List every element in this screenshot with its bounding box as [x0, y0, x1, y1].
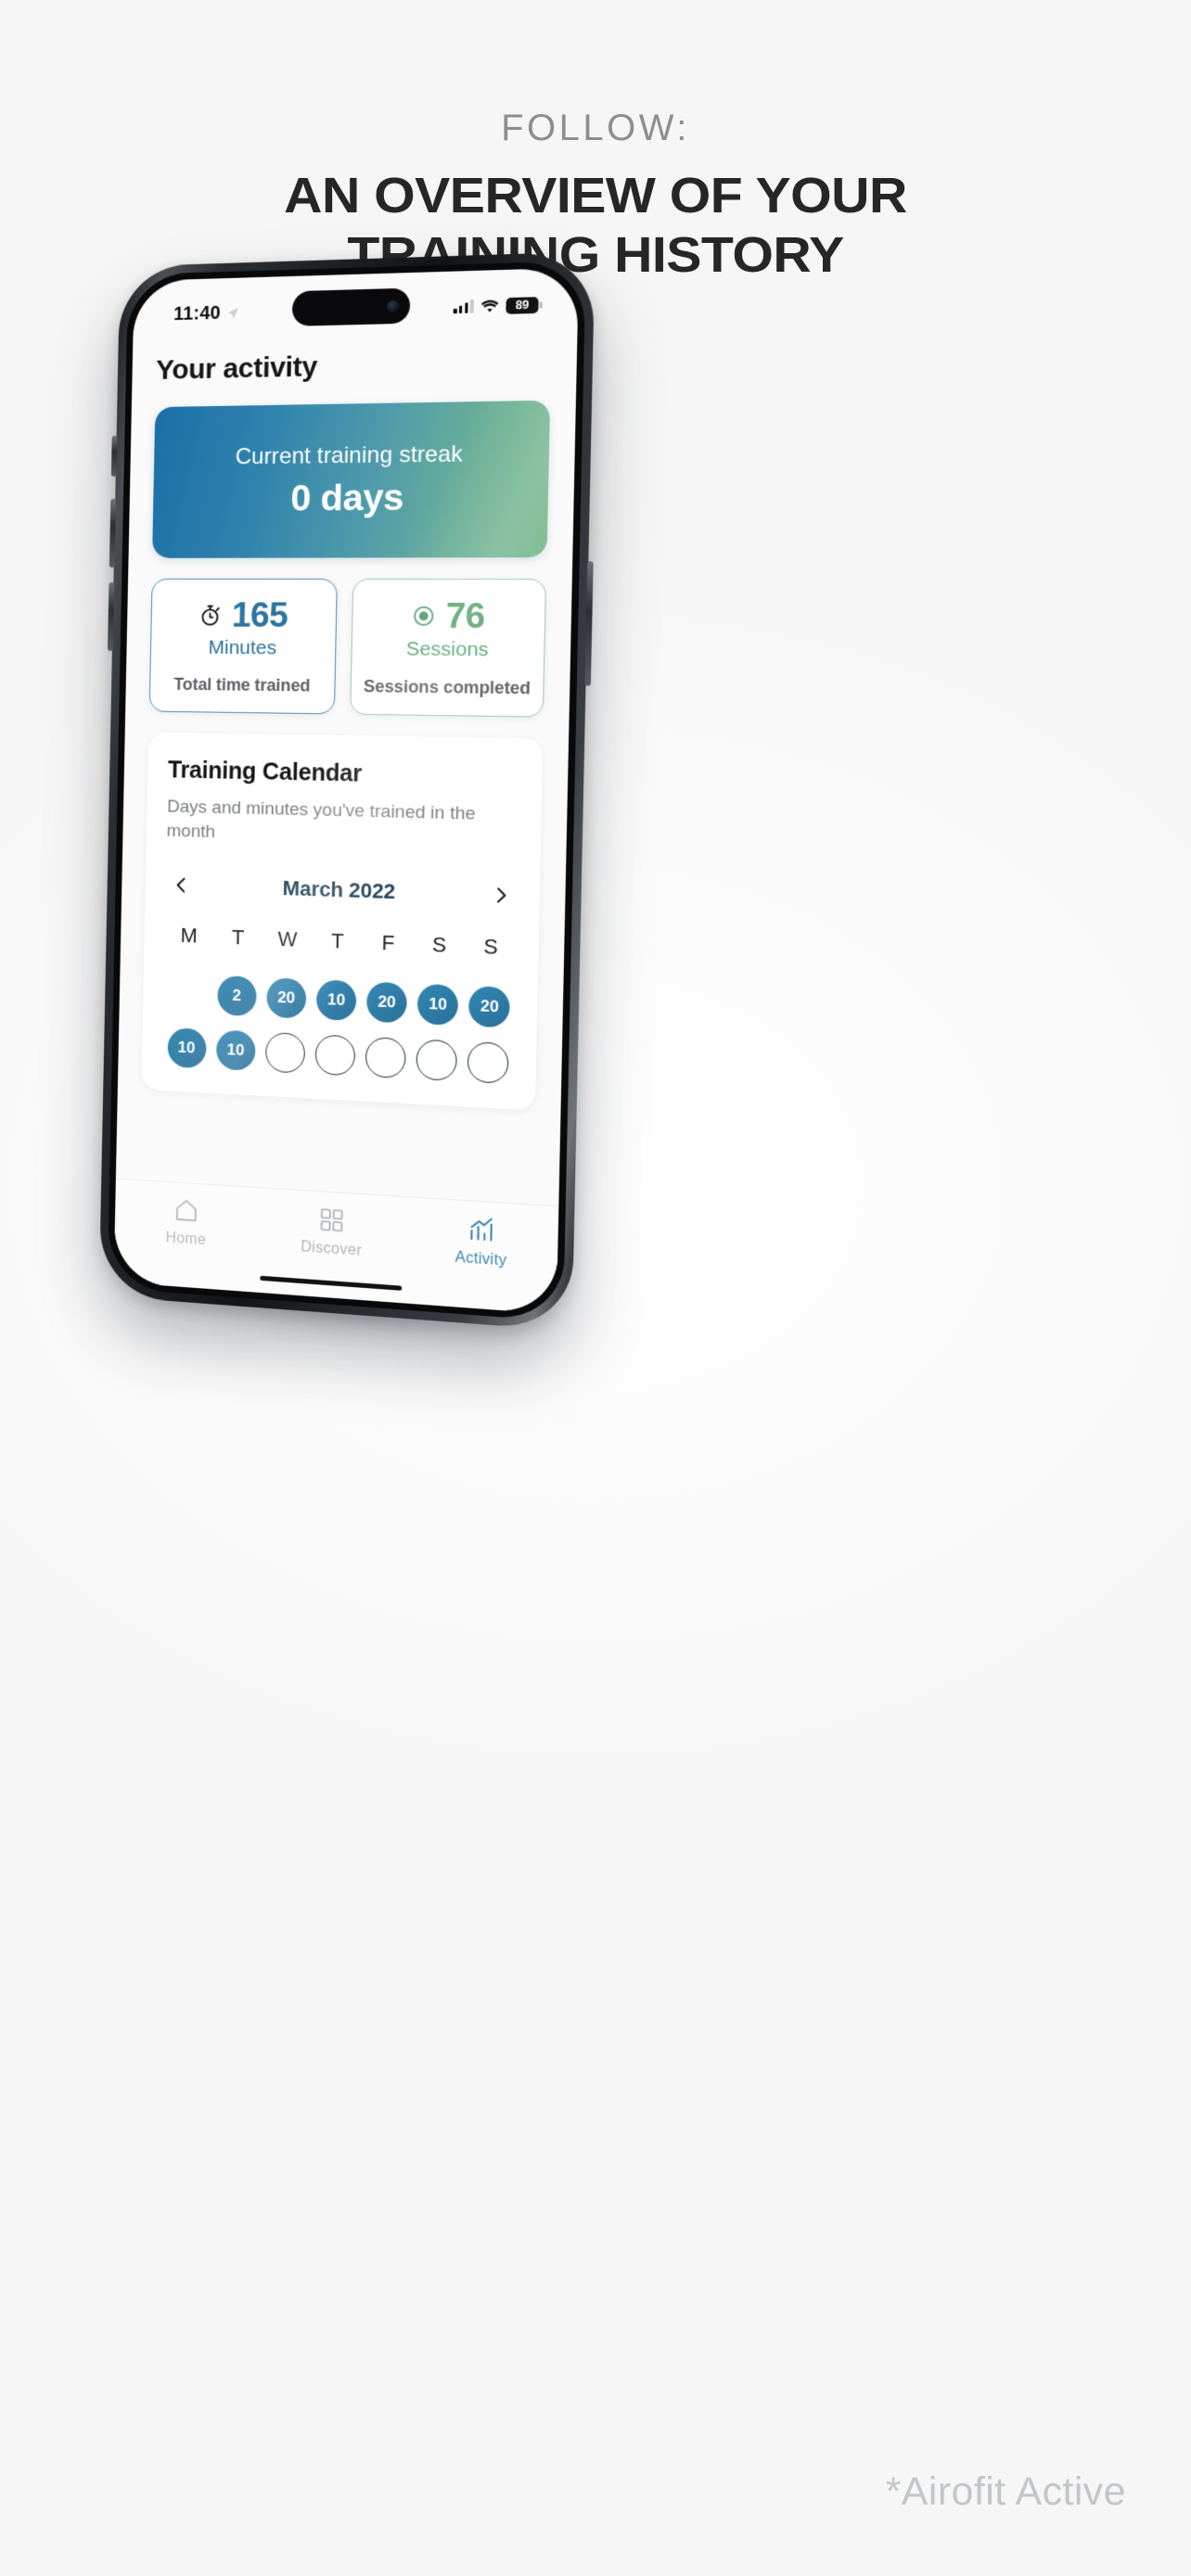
bar-chart-icon	[467, 1215, 496, 1245]
calendar-weekday-5: S	[431, 932, 447, 958]
training-calendar-card: Training Calendar Days and minutes you'v…	[141, 732, 544, 1111]
calendar-day-grid: 2 20 10 20 10 20 10 10	[161, 974, 516, 1085]
stat-unit-sessions: Sessions	[405, 638, 489, 661]
calendar-title: Training Calendar	[167, 757, 363, 787]
front-camera-icon	[387, 300, 400, 312]
streak-card[interactable]: Current training streak 0 days	[152, 400, 551, 558]
app-scroll-area[interactable]: Your activity Current training streak 0 …	[118, 324, 578, 1112]
calendar-day-cell[interactable]: 2	[216, 976, 257, 1017]
page-title: Your activity	[155, 351, 318, 386]
status-bar-left: 11:40	[173, 301, 239, 325]
bottom-tab-bar: Home Discover Activity	[113, 1178, 559, 1315]
stat-number-sessions: 76	[445, 595, 486, 636]
phone-mockup: 11:40 89 Your activity Current training …	[98, 251, 596, 1352]
calendar-day-cell[interactable]: 10	[315, 979, 357, 1022]
battery-indicator: 89	[506, 296, 539, 314]
streak-value: 0 days	[289, 477, 404, 519]
tab-label-home: Home	[165, 1230, 207, 1249]
calendar-weekday-6: S	[483, 934, 499, 960]
stopwatch-icon	[198, 603, 223, 627]
mute-switch[interactable]	[110, 435, 118, 477]
poster-canvas: FOLLOW: AN OVERVIEW OF YOUR TRAINING HIS…	[0, 0, 1191, 2576]
calendar-weekday-2: W	[277, 926, 298, 952]
calendar-weekday-4: F	[381, 930, 395, 956]
grid-squares-icon	[317, 1205, 346, 1235]
calendar-day-cell[interactable]: 20	[265, 977, 307, 1019]
stat-head-minutes: 165	[160, 595, 327, 635]
promo-eyebrow: FOLLOW:	[501, 108, 690, 148]
tab-label-activity: Activity	[455, 1249, 507, 1269]
battery-level: 89	[515, 298, 530, 312]
promo-title-line-1: AN OVERVIEW OF YOUR	[284, 168, 907, 223]
tab-home[interactable]: Home	[114, 1192, 259, 1254]
target-dot-icon	[411, 603, 437, 628]
calendar-day-cell[interactable]: 10	[166, 1027, 207, 1069]
calendar-day-cell[interactable]: 10	[416, 984, 459, 1027]
stat-caption-sessions: Sessions completed	[363, 676, 531, 698]
stat-head-sessions: 76	[362, 595, 535, 636]
calendar-day-cell[interactable]	[314, 1034, 356, 1077]
calendar-month-label: March 2022	[282, 876, 396, 904]
calendar-subtitle: Days and minutes you've trained in the m…	[166, 797, 476, 842]
status-time: 11:40	[173, 302, 222, 325]
power-button[interactable]	[584, 561, 594, 686]
location-arrow-icon	[227, 307, 238, 318]
calendar-day-cell[interactable]	[365, 1037, 406, 1079]
calendar-weekday-0: M	[180, 924, 198, 948]
calendar-day-placeholder	[168, 974, 207, 1014]
calendar-nav: March 2022	[165, 871, 519, 911]
calendar-day-cell[interactable]	[467, 1041, 510, 1085]
stat-card-minutes[interactable]: 165 Minutes Total time trained	[148, 578, 338, 715]
brand-watermark: *Airofit Active	[885, 2469, 1126, 2514]
chevron-right-icon[interactable]	[490, 881, 512, 911]
tab-activity[interactable]: Activity	[405, 1211, 558, 1274]
cellular-signal-icon	[453, 300, 474, 314]
status-bar-right: 89	[453, 296, 539, 315]
calendar-weekday-3: T	[330, 928, 345, 954]
chevron-left-icon[interactable]	[171, 871, 191, 899]
stat-card-sessions[interactable]: 76 Sessions Sessions completed	[350, 579, 547, 718]
calendar-weekday-1: T	[231, 925, 245, 950]
device-bezel: 11:40 89 Your activity Current training …	[107, 260, 586, 1322]
calendar-day-cell[interactable]	[264, 1032, 306, 1075]
wifi-icon	[480, 300, 499, 312]
app-content: Your activity Current training streak 0 …	[113, 324, 578, 1315]
streak-label: Current training streak	[235, 440, 464, 469]
phone-screen: 11:40 89 Your activity Current training …	[113, 267, 579, 1315]
device-frame: 11:40 89 Your activity Current training …	[98, 251, 596, 1332]
volume-down-button[interactable]	[108, 581, 115, 651]
stat-unit-minutes: Minutes	[208, 636, 277, 659]
tab-discover[interactable]: Discover	[258, 1201, 406, 1263]
tab-label-discover: Discover	[300, 1239, 363, 1259]
calendar-day-cell[interactable]	[416, 1039, 458, 1082]
promo-header: FOLLOW: AN OVERVIEW OF YOUR TRAINING HIS…	[0, 109, 1191, 285]
calendar-day-cell[interactable]: 10	[215, 1029, 256, 1072]
calendar-day-cell[interactable]: 20	[468, 986, 511, 1028]
stats-row: 165 Minutes Total time trained 76 Sessio…	[148, 578, 547, 718]
volume-up-button[interactable]	[109, 498, 117, 567]
stat-caption-minutes: Total time trained	[173, 674, 311, 695]
calendar-weekday-row: MTWTFSS	[164, 923, 517, 961]
stat-number-minutes: 165	[231, 595, 288, 635]
calendar-day-cell[interactable]: 20	[365, 981, 408, 1024]
dynamic-island	[291, 287, 411, 326]
home-icon	[173, 1195, 200, 1225]
